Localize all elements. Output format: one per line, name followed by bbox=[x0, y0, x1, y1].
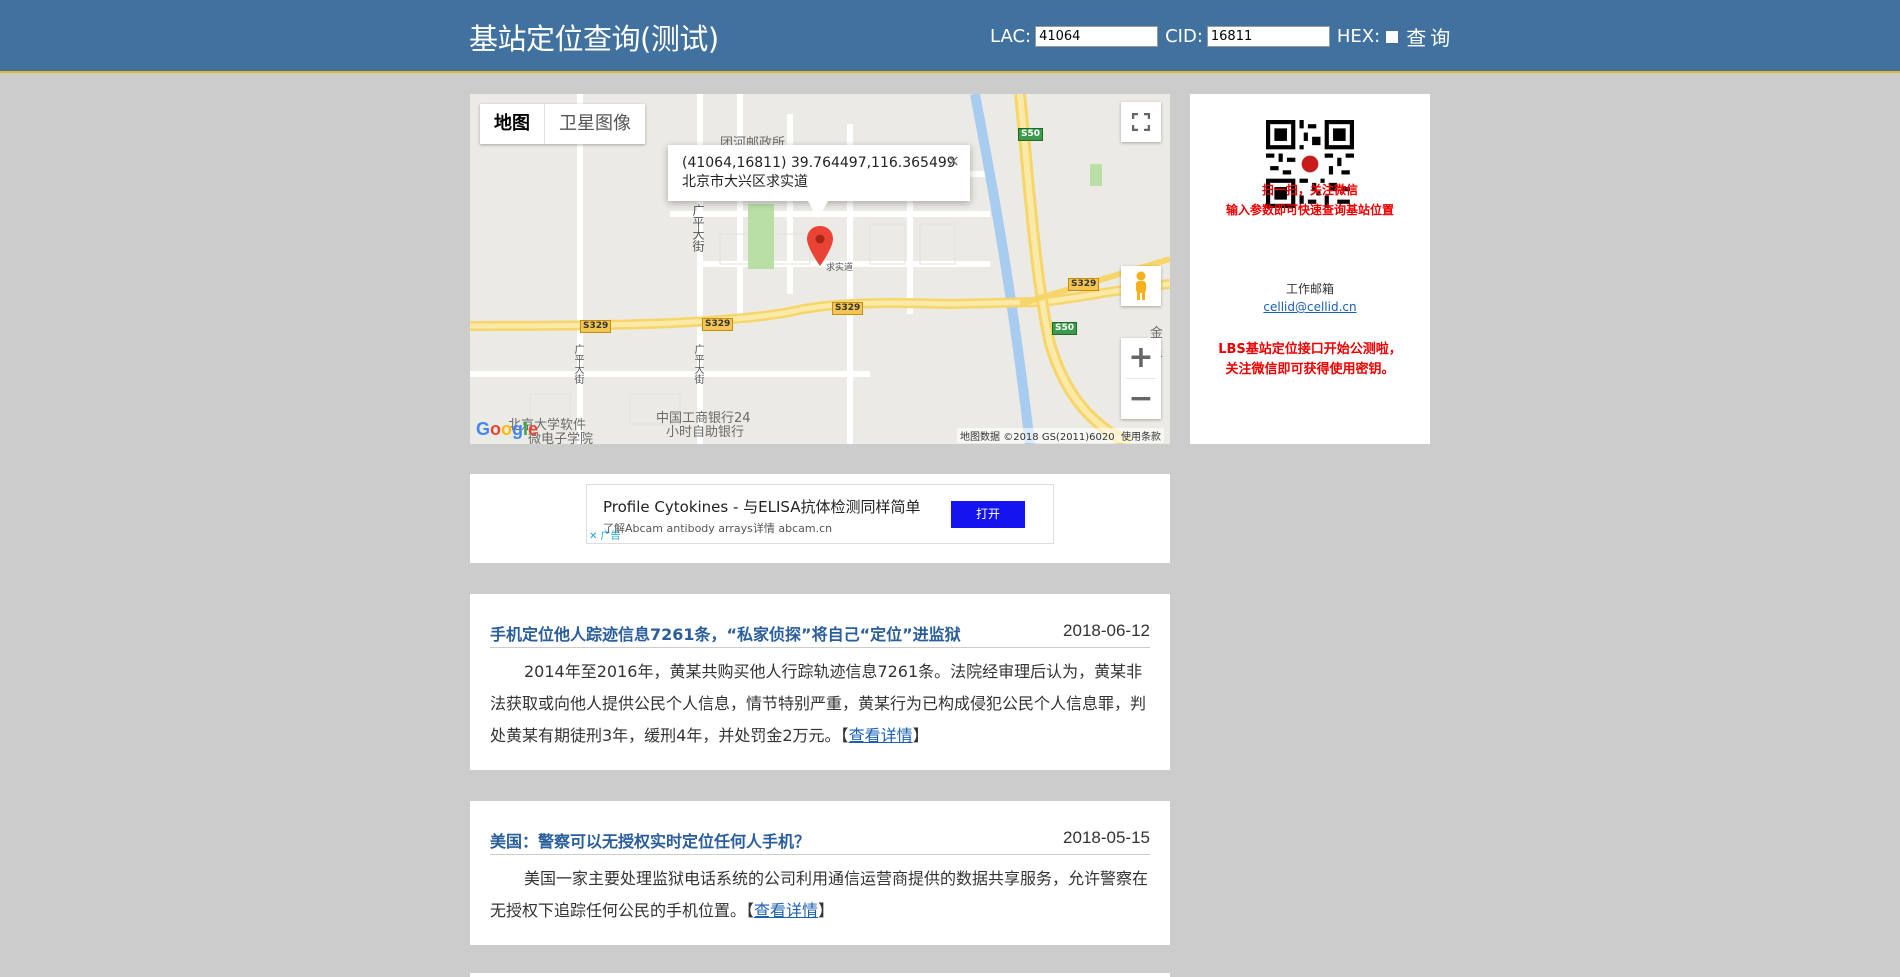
cid-label: CID: bbox=[1165, 26, 1203, 47]
map-label-street: 广平大街 bbox=[692, 344, 703, 384]
map-type-control: 地图 卫星图像 bbox=[480, 104, 645, 144]
news-text: 2014年至2016年，黄某共购买他人行踪轨迹信息7261条。法院经审理后认为，… bbox=[490, 662, 1147, 745]
cid-input[interactable] bbox=[1206, 26, 1330, 47]
map-label-icbc-2: 小时自助银行 bbox=[666, 425, 745, 440]
scan-hint-text: 输入参数即可快速查询基站位置 bbox=[1225, 203, 1394, 217]
map-attribution: 地图数据 ©2018 GS(2011)6020 使用条款 bbox=[957, 428, 1164, 443]
scan-follow-text: 扫一扫，关注微信 bbox=[1261, 183, 1358, 197]
news-card: 美国：警察可以无授权实时定位任何人手机？ 2018-05-15 美国一家主要处理… bbox=[470, 801, 1170, 945]
ad-banner[interactable]: Profile Cytokines - 与ELISA抗体检测同样简单 了解Abc… bbox=[586, 484, 1054, 544]
road-shield-s50: S50 bbox=[1052, 322, 1078, 335]
map-marker-icon[interactable] bbox=[807, 226, 833, 266]
news-detail-link[interactable]: 查看详情 bbox=[754, 901, 818, 920]
ad-title[interactable]: Profile Cytokines - 与ELISA抗体检测同样简单 bbox=[603, 496, 921, 517]
lbs-announcement: LBS基站定位接口开始公测啦， bbox=[1218, 342, 1402, 357]
news-text: 美国一家主要处理监狱电话系统的公司利用通信运营商提供的数据共享服务，允许警察在无… bbox=[490, 869, 1149, 920]
query-form: LAC: CID: HEX: 查询 bbox=[990, 22, 1454, 51]
road-shield-s329: S329 bbox=[580, 320, 612, 333]
terms-link[interactable]: 使用条款 bbox=[1121, 432, 1161, 443]
email-link[interactable]: cellid@cellid.cn bbox=[1190, 300, 1430, 314]
road-shield-s50: S50 bbox=[1018, 128, 1044, 141]
email-label: 工作邮箱 bbox=[1285, 282, 1334, 296]
road-shield-s329: S329 bbox=[1068, 278, 1100, 291]
lbs-announcement-2: 关注微信即可获得使用密钥。 bbox=[1225, 362, 1395, 377]
fullscreen-icon bbox=[1132, 113, 1150, 131]
fullscreen-button[interactable] bbox=[1121, 102, 1161, 142]
news-header: 手机定位他人踪迹信息7261条，“私家侦探”将自己“定位”进监狱 2018-06… bbox=[490, 618, 1150, 648]
map-label-street: 广平大街 bbox=[572, 344, 583, 384]
news-detail-link[interactable]: 查看详情 bbox=[849, 726, 913, 745]
news-date: 2018-05-15 bbox=[1063, 828, 1150, 847]
google-logo: Google bbox=[476, 419, 539, 439]
news-title[interactable]: 手机定位他人踪迹信息7261条，“私家侦探”将自己“定位”进监狱 bbox=[490, 621, 961, 645]
ad-choices-badge[interactable]: ✕ 广告 bbox=[589, 527, 621, 542]
news-body: 美国一家主要处理监狱电话系统的公司利用通信运营商提供的数据共享服务，允许警察在无… bbox=[490, 869, 1149, 920]
news-header: 美国：警察可以无授权实时定位任何人手机？ 2018-05-15 bbox=[490, 825, 1150, 855]
zoom-control: + − bbox=[1121, 338, 1161, 419]
top-header-bar: 基站定位查询(测试) LAC: CID: HEX: 查询 bbox=[0, 0, 1900, 73]
sidebar-panel: 扫一扫，关注微信 输入参数即可快速查询基站位置 工作邮箱 cellid@cell… bbox=[1190, 94, 1430, 444]
ad-subtitle[interactable]: 了解Abcam antibody arrays详情 abcam.cn bbox=[603, 520, 832, 536]
news-body: 2014年至2016年，黄某共购买他人行踪轨迹信息7261条。法院经审理后认为，… bbox=[490, 662, 1147, 745]
map-info-window: (41064,16811) 39.764497,116.365499 北京市大兴… bbox=[668, 145, 970, 219]
info-address: 北京市大兴区求实道 bbox=[682, 174, 808, 190]
lac-label: LAC: bbox=[990, 26, 1032, 47]
news-title[interactable]: 美国：警察可以无授权实时定位任何人手机？ bbox=[490, 828, 810, 852]
map-type-map-button[interactable]: 地图 bbox=[480, 104, 545, 144]
zoom-out-button[interactable]: − bbox=[1121, 379, 1161, 419]
lac-input[interactable] bbox=[1035, 26, 1159, 47]
query-button[interactable]: 查询 bbox=[1406, 22, 1454, 51]
news-date: 2018-06-12 bbox=[1063, 621, 1150, 640]
page-title: 基站定位查询(测试) bbox=[469, 22, 719, 56]
news-card-partial bbox=[470, 973, 1170, 977]
pegman-icon bbox=[1136, 271, 1146, 300]
map-type-satellite-button[interactable]: 卫星图像 bbox=[545, 104, 645, 144]
hex-checkbox[interactable] bbox=[1386, 30, 1399, 43]
road-shield-s329: S329 bbox=[702, 318, 734, 331]
info-close-icon[interactable]: × bbox=[947, 151, 960, 170]
map-label-street: 广平大街 bbox=[691, 204, 705, 252]
ad-container: Profile Cytokines - 与ELISA抗体检测同样简单 了解Abc… bbox=[470, 474, 1170, 563]
info-coordinates: (41064,16811) 39.764497,116.365499 bbox=[682, 155, 956, 171]
map-data-credit: 地图数据 ©2018 GS(2011)6020 bbox=[960, 432, 1115, 443]
road-shield-s329: S329 bbox=[832, 302, 864, 315]
ad-open-button[interactable]: 打开 bbox=[951, 501, 1025, 528]
hex-label: HEX: bbox=[1336, 26, 1381, 47]
news-card: 手机定位他人踪迹信息7261条，“私家侦探”将自己“定位”进监狱 2018-06… bbox=[470, 594, 1170, 770]
street-view-pegman[interactable] bbox=[1121, 266, 1161, 306]
map-view[interactable]: 团河邮政所 广平大街 广平大街 广平大街 求实道 北京大学软件 微电子学院 中国… bbox=[470, 94, 1170, 444]
zoom-in-button[interactable]: + bbox=[1121, 338, 1161, 378]
